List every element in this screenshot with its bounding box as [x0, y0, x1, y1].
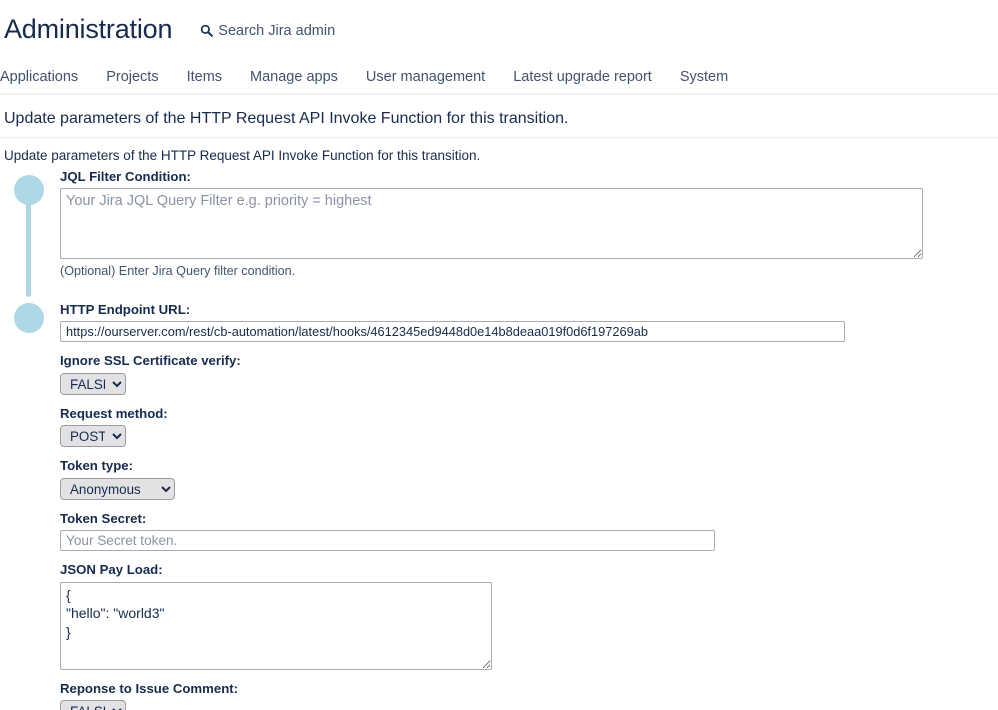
admin-nav: Applications Projects Items Manage apps … [0, 58, 998, 95]
request-method-label: Request method: [60, 405, 168, 421]
token-type-field-group: Token type: AnonymousBearerBasic [0, 458, 998, 500]
nav-item-user-management[interactable]: User management [352, 69, 499, 94]
ignore-ssl-select[interactable]: FALSETRUE [60, 372, 126, 395]
nav-item-latest-upgrade-report[interactable]: Latest upgrade report [499, 69, 666, 94]
search-jira-admin-label: Search Jira admin [218, 22, 336, 39]
step-connector-line [26, 202, 31, 297]
json-payload-field-group: JSON Pay Load: [0, 562, 998, 670]
page-subtitle: Update parameters of the HTTP Request AP… [4, 148, 481, 164]
response-comment-field-group: Reponse to Issue Comment: FALSETRUE [0, 681, 998, 710]
search-jira-admin-button[interactable]: Search Jira admin [200, 23, 335, 39]
ignore-ssl-field-group: Ignore SSL Certificate verify: FALSETRUE [0, 353, 998, 395]
token-secret-label: Token Secret: [60, 510, 147, 526]
token-secret-field-group: Token Secret: [0, 511, 998, 552]
jql-filter-field-group: JQL Filter Condition: (Optional) Enter J… [0, 169, 998, 280]
nav-item-projects[interactable]: Projects [92, 69, 172, 94]
endpoint-url-field-group: HTTP Endpoint URL: [0, 302, 998, 343]
endpoint-url-input[interactable] [60, 321, 845, 343]
nav-item-items[interactable]: Items [173, 69, 236, 94]
response-comment-label: Reponse to Issue Comment: [60, 680, 239, 696]
request-method-select[interactable]: POSTGETPUTDELETE [60, 425, 126, 448]
nav-item-manage-apps[interactable]: Manage apps [236, 69, 352, 94]
json-payload-input[interactable] [60, 581, 492, 670]
ignore-ssl-label: Ignore SSL Certificate verify: [60, 353, 241, 369]
page-heading: Update parameters of the HTTP Request AP… [4, 110, 569, 127]
endpoint-url-label: HTTP Endpoint URL: [60, 301, 191, 317]
token-secret-input[interactable] [60, 530, 715, 552]
http-request-parameters-form: JQL Filter Condition: (Optional) Enter J… [0, 169, 998, 710]
page-heading-section: Update parameters of the HTTP Request AP… [0, 95, 998, 139]
step-marker-2-icon [14, 302, 44, 333]
token-type-label: Token type: [60, 458, 134, 474]
json-payload-label: JSON Pay Load: [60, 562, 163, 578]
jql-filter-help-text: (Optional) Enter Jira Query filter condi… [60, 264, 296, 279]
jql-filter-label: JQL Filter Condition: [60, 168, 191, 184]
search-icon [200, 24, 214, 37]
token-type-select[interactable]: AnonymousBearerBasic [60, 477, 175, 500]
nav-item-system[interactable]: System [666, 69, 742, 94]
step-marker-1-icon [14, 174, 44, 205]
request-method-field-group: Request method: POSTGETPUTDELETE [0, 406, 998, 448]
response-comment-select[interactable]: FALSETRUE [60, 700, 126, 710]
page-title: Administration [4, 13, 173, 44]
admin-header: Administration Search Jira admin [0, 0, 998, 58]
nav-item-applications[interactable]: Applications [0, 69, 92, 94]
jql-filter-input[interactable] [60, 188, 923, 260]
